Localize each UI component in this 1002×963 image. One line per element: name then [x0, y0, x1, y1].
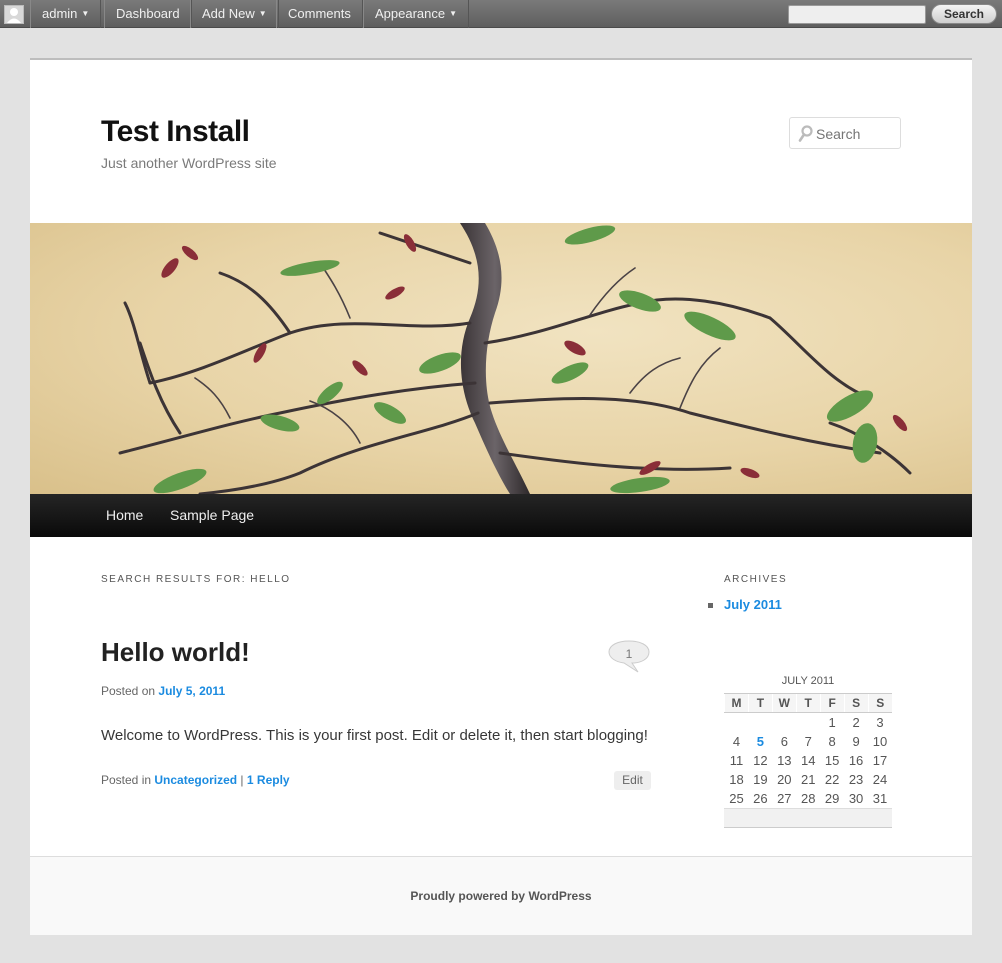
calendar-week-row: 4 5 6 7 8 9 10 [725, 732, 893, 751]
admin-menu-label: Dashboard [116, 6, 180, 21]
user-avatar-icon[interactable] [4, 5, 24, 24]
admin-menu-add-new[interactable]: Add New ▼ [190, 0, 279, 28]
calendar-weekday: F [819, 693, 845, 713]
calendar-day [725, 713, 749, 732]
caret-down-icon: ▼ [449, 9, 458, 18]
calendar-day: 8 [828, 733, 836, 749]
header-banner-image [30, 223, 972, 494]
calendar-day-link[interactable]: 5 [748, 732, 772, 751]
admin-menu-dashboard[interactable]: Dashboard [104, 0, 192, 28]
nav-item-home[interactable]: Home [106, 494, 143, 537]
calendar-day: 15 [824, 752, 840, 768]
calendar-table: M T W T F S S 1 2 3 4 5 6 7 8 9 10 11 12… [724, 693, 892, 808]
edit-post-button[interactable]: Edit [614, 771, 651, 790]
post-entry-meta: Posted in Uncategorized | 1 Reply [101, 773, 290, 787]
post-title[interactable]: Hello world! [101, 637, 250, 668]
calendar-day: 2 [852, 714, 860, 730]
calendar-day: 3 [876, 714, 884, 730]
admin-menu-comments[interactable]: Comments [276, 0, 363, 28]
calendar-day: 19 [753, 771, 768, 787]
archive-link-july-2011[interactable]: July 2011 [724, 597, 782, 612]
calendar-day: 31 [872, 790, 888, 806]
post-content: Welcome to WordPress. This is your first… [101, 727, 648, 744]
calendar-day: 25 [729, 790, 744, 806]
calendar-weekday: M [724, 693, 749, 713]
admin-search-button[interactable]: Search [931, 4, 997, 24]
category-link[interactable]: Uncategorized [154, 773, 237, 787]
calendar-day: 11 [729, 752, 744, 768]
calendar-day [748, 713, 772, 732]
calendar-day: 16 [848, 752, 864, 768]
calendar-day: 1 [828, 714, 836, 730]
admin-menu-label: Comments [288, 6, 351, 21]
admin-search-input[interactable] [788, 5, 926, 24]
admin-user-menu[interactable]: admin ▼ [30, 0, 102, 28]
calendar-day: 21 [800, 771, 816, 787]
calendar-week-row: 11 12 13 14 15 16 17 [725, 751, 893, 770]
site-footer: Proudly powered by WordPress [30, 856, 972, 935]
posted-in-prefix: Posted in [101, 773, 152, 787]
posted-on: Posted on July 5, 2011 [101, 684, 225, 698]
admin-menu-label: Add New [202, 6, 255, 21]
calendar-weekday: S [867, 693, 892, 713]
reply-link[interactable]: 1 Reply [247, 773, 290, 787]
caret-down-icon: ▼ [258, 9, 267, 18]
calendar-day: 26 [753, 790, 768, 806]
admin-menu-label: Appearance [375, 6, 446, 21]
calendar-weekday: S [843, 693, 869, 713]
calendar-day: 7 [804, 733, 812, 749]
search-results-heading: SEARCH RESULTS FOR: HELLO [101, 574, 291, 585]
site-description: Just another WordPress site [101, 155, 277, 171]
main-navigation: Home Sample Page [30, 494, 972, 537]
post-date-link[interactable]: July 5, 2011 [158, 684, 225, 698]
calendar-day: 24 [872, 771, 888, 787]
meta-separator: | [240, 773, 244, 787]
calendar-header-row: M T W T F S S [724, 693, 892, 713]
calendar-day: 14 [800, 752, 816, 768]
caret-down-icon: ▼ [81, 9, 90, 18]
calendar-day: 23 [848, 771, 864, 787]
calendar-day: 12 [753, 752, 768, 768]
comment-count: 1 [625, 647, 633, 661]
calendar-day: 29 [824, 790, 840, 806]
calendar-day: 27 [777, 790, 792, 806]
calendar-day: 30 [848, 790, 864, 806]
comment-count-bubble[interactable]: 1 [608, 640, 650, 673]
calendar-day: 17 [872, 752, 888, 768]
calendar-day [772, 713, 796, 732]
archives-widget-title: ARCHIVES [724, 574, 788, 585]
nav-item-sample-page[interactable]: Sample Page [170, 494, 254, 537]
calendar-day: 18 [729, 771, 744, 787]
posted-on-prefix: Posted on [101, 684, 156, 698]
calendar-day: 10 [872, 733, 888, 749]
calendar-day: 13 [777, 752, 792, 768]
calendar-widget: JULY 2011 M T W T F S S 1 2 3 4 5 6 7 8 … [724, 671, 892, 828]
calendar-day: 20 [777, 771, 792, 787]
calendar-day: 22 [824, 771, 840, 787]
calendar-week-row: 25 26 27 28 29 30 31 [725, 789, 893, 808]
footer-credit-link[interactable]: Proudly powered by WordPress [30, 889, 972, 903]
calendar-day: 4 [732, 733, 741, 749]
admin-bar: admin ▼ Dashboard Add New ▼ Comments Appea… [0, 0, 1002, 28]
site-title[interactable]: Test Install [101, 115, 250, 149]
calendar-weekday: T [747, 693, 773, 713]
calendar-week-row: 1 2 3 [725, 713, 893, 732]
calendar-day [796, 713, 820, 732]
header-search-input[interactable] [816, 124, 896, 144]
calendar-day: 9 [852, 733, 860, 749]
search-icon [798, 125, 813, 142]
calendar-caption: JULY 2011 [781, 675, 835, 687]
list-bullet-icon [708, 603, 713, 608]
calendar-weekday: W [771, 693, 797, 713]
calendar-day: 6 [780, 733, 788, 749]
admin-user-label: admin [42, 6, 78, 21]
calendar-day: 28 [800, 790, 816, 806]
page-container: Test Install Just another WordPress site [30, 58, 972, 935]
calendar-weekday: T [795, 693, 821, 713]
calendar-week-row: 18 19 20 21 22 23 24 [725, 770, 893, 789]
header-search[interactable] [789, 117, 901, 149]
admin-menu-appearance[interactable]: Appearance ▼ [363, 0, 470, 28]
calendar-footer [724, 807, 892, 828]
